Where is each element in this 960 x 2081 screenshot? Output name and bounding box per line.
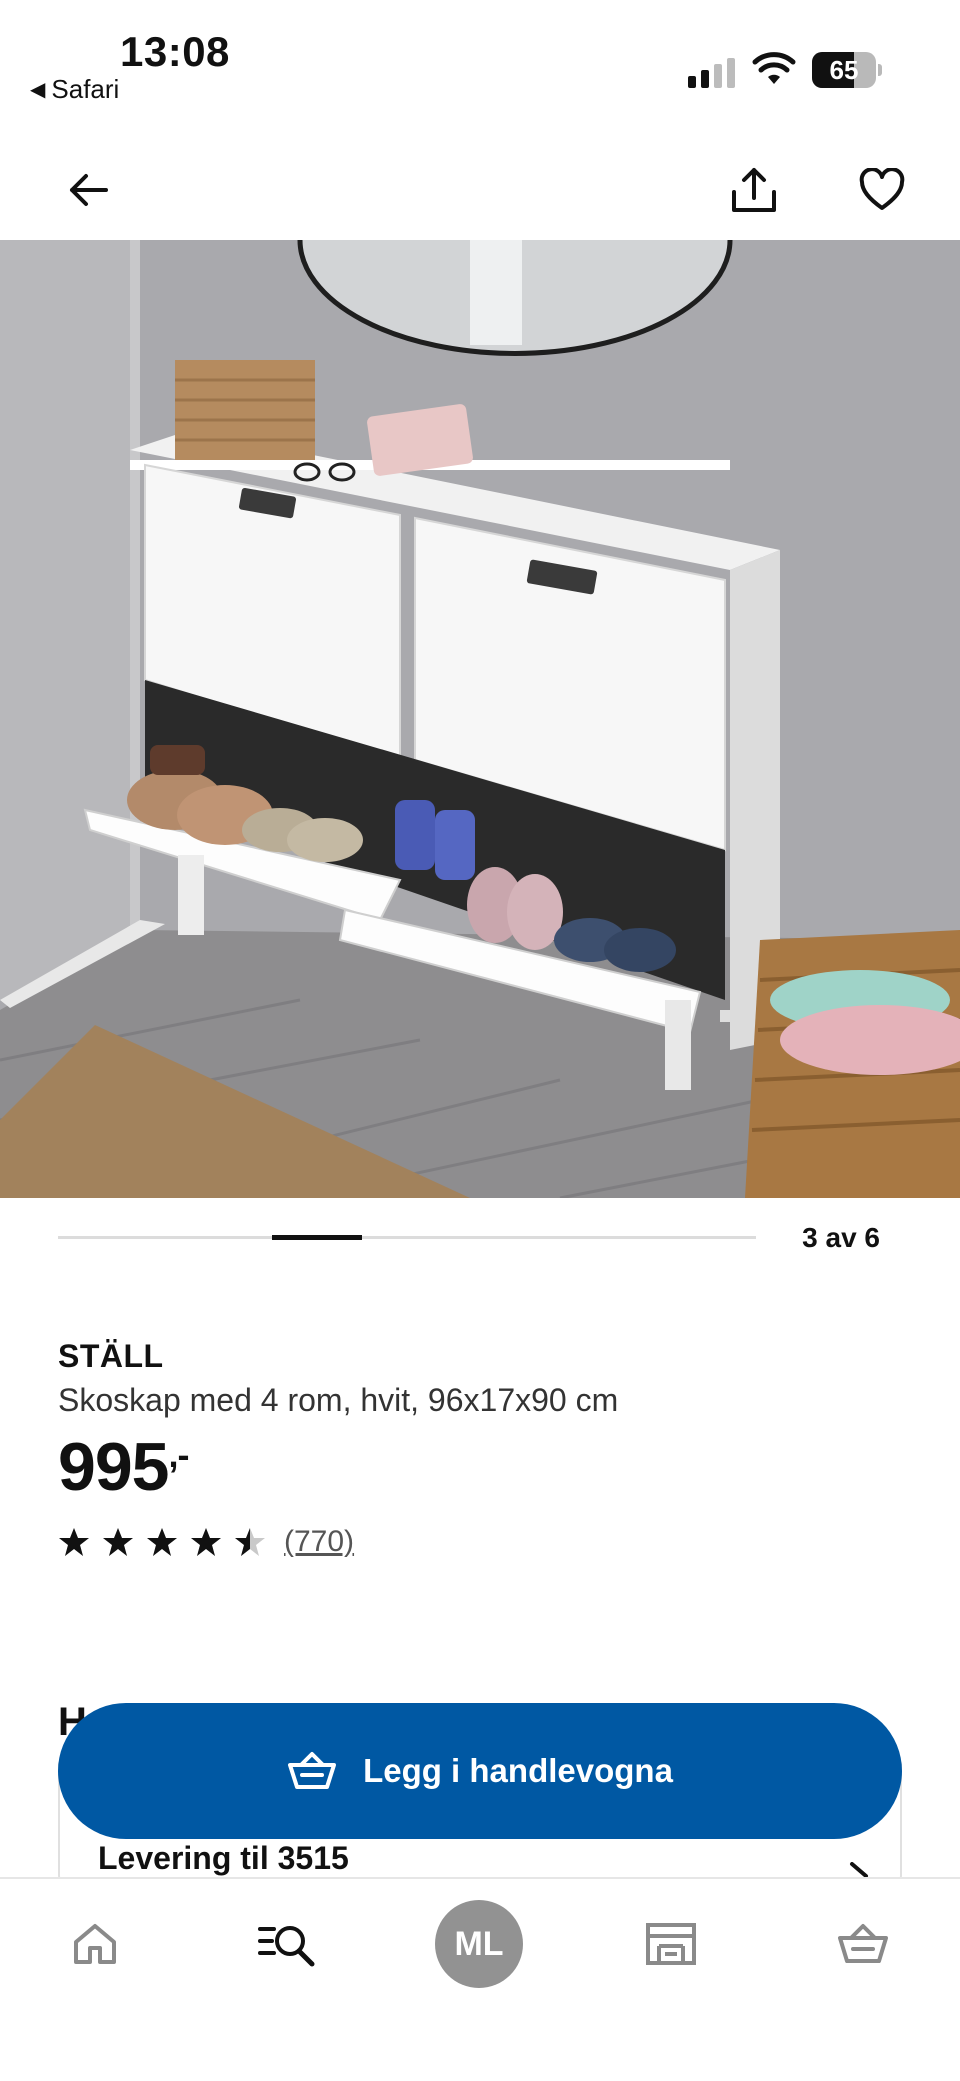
rating-stars [58, 1526, 266, 1558]
tab-cart[interactable] [818, 1899, 908, 1989]
product-name: STÄLL [58, 1338, 164, 1374]
heart-icon [859, 168, 905, 210]
battery-icon: 65 [812, 52, 882, 88]
tab-home[interactable] [50, 1899, 140, 1989]
product-description: Skoskap med 4 rom, hvit, 96x17x90 cm [58, 1382, 619, 1418]
status-time: 13:08 [120, 28, 230, 75]
share-button[interactable] [716, 152, 792, 228]
star-half-icon [235, 1528, 265, 1556]
back-to-safari-link[interactable]: ◀ Safari [30, 74, 119, 105]
price-value: 995 [58, 1429, 169, 1505]
back-app-label: Safari [51, 74, 120, 104]
favourite-button[interactable] [844, 152, 920, 228]
tab-profile[interactable]: ML [434, 1899, 524, 1989]
product-price: 995,- [58, 1428, 189, 1506]
product-rating[interactable]: (770) [58, 1522, 354, 1562]
battery-percent: 65 [829, 55, 859, 85]
wifi-icon [752, 52, 796, 84]
share-icon [732, 168, 776, 212]
product-photo[interactable] [0, 240, 960, 1198]
back-button[interactable] [50, 152, 126, 228]
bottom-tab-bar: ML [0, 1877, 960, 2081]
home-icon [74, 1924, 116, 1964]
back-triangle-icon: ◀ [30, 79, 46, 101]
shoe-cabinet-illustration [0, 240, 960, 1198]
store-icon [646, 1923, 696, 1965]
avatar: ML [435, 1900, 523, 1988]
price-suffix: ,- [168, 1434, 189, 1475]
basket-icon [838, 1924, 888, 1963]
star-full-icon [103, 1528, 133, 1556]
carousel-counter: 3 av 6 [802, 1222, 880, 1253]
image-carousel-indicator: 3 av 6 [0, 1220, 960, 1260]
star-full-icon [191, 1528, 221, 1556]
review-count-link[interactable]: (770) [284, 1525, 354, 1559]
star-full-icon [59, 1528, 89, 1556]
tab-stores[interactable] [626, 1899, 716, 1989]
add-to-cart-label: Legg i handlevogna [363, 1752, 673, 1789]
search-list-icon [258, 1926, 315, 1967]
add-to-cart-button[interactable]: Legg i handlevogna [58, 1703, 902, 1839]
top-navigation [0, 140, 960, 240]
carousel-track[interactable] [58, 1235, 756, 1240]
delivery-label: Levering til 3515 [98, 1840, 349, 1876]
carousel-thumb [271, 1235, 363, 1240]
star-full-icon [147, 1528, 177, 1556]
tab-search[interactable] [242, 1899, 332, 1989]
basket-icon [288, 1752, 337, 1789]
arrow-left-icon [70, 174, 108, 206]
signal-icon [688, 58, 735, 88]
status-bar: 13:08 ◀ Safari 65 [0, 0, 960, 120]
